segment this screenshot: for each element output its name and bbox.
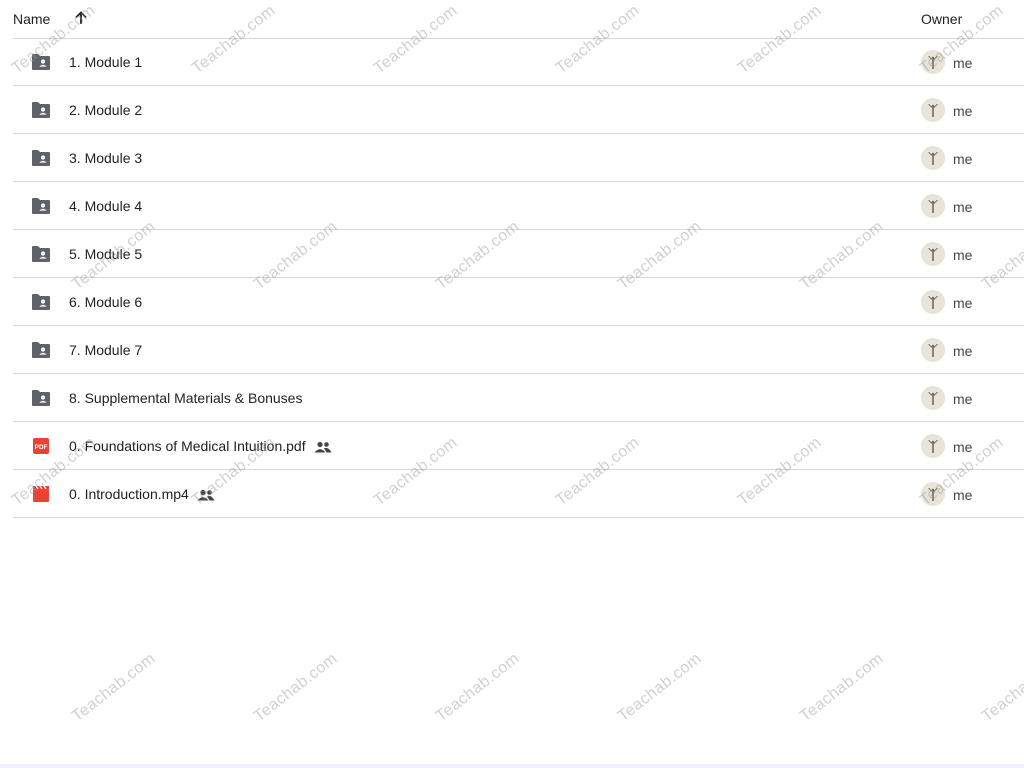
shared-folder-icon <box>32 54 50 70</box>
shared-folder-icon <box>32 294 50 310</box>
shared-folder-icon <box>32 150 50 166</box>
file-name[interactable]: 6. Module 6 <box>69 294 142 310</box>
file-row[interactable]: 7. Module 7 me <box>13 326 1024 374</box>
owner-avatar-icon <box>921 434 945 458</box>
owner-name: me <box>953 151 973 167</box>
file-row[interactable]: 4. Module 4 me <box>13 182 1024 230</box>
file-row[interactable]: 8. Supplemental Materials & Bonuses me <box>13 374 1024 422</box>
owner-avatar-icon <box>921 386 945 410</box>
owner-name: me <box>953 439 973 455</box>
owner-avatar-icon <box>921 482 945 506</box>
svg-text:PDF: PDF <box>35 444 48 451</box>
file-name[interactable]: 0. Introduction.mp4 <box>69 486 215 502</box>
file-name-text: 7. Module 7 <box>69 342 143 358</box>
file-name[interactable]: 2. Module 2 <box>69 102 142 118</box>
shared-folder-icon <box>32 246 50 262</box>
owner-avatar <box>921 386 945 410</box>
file-name[interactable]: 7. Module 7 <box>69 342 142 358</box>
file-row[interactable]: 6. Module 6 me <box>13 278 1024 326</box>
file-type-icon-wrap <box>31 485 51 503</box>
file-row[interactable]: 2. Module 2 me <box>13 86 1024 134</box>
sort-direction-button[interactable] <box>71 8 91 28</box>
owner-name: me <box>953 199 973 215</box>
file-name-text: 0. Introduction.mp4 <box>69 486 189 502</box>
owner-avatar-icon <box>921 338 945 362</box>
name-column-header[interactable]: Name <box>13 11 50 27</box>
video-file-icon <box>33 485 49 502</box>
owner-avatar <box>921 242 945 266</box>
file-type-icon-wrap <box>31 389 51 407</box>
watermark-text: Teachab.com <box>250 649 341 726</box>
owner-avatar <box>921 338 945 362</box>
file-type-icon-wrap <box>31 245 51 263</box>
owner-avatar-icon <box>921 146 945 170</box>
file-type-icon-wrap <box>31 53 51 71</box>
file-name-text: 5. Module 5 <box>69 246 143 262</box>
file-list-header: Name Owner <box>0 0 1024 38</box>
shared-people-icon <box>197 489 215 501</box>
shared-folder-icon <box>32 390 50 406</box>
owner-name: me <box>953 487 973 503</box>
owner-avatar <box>921 50 945 74</box>
file-type-icon-wrap <box>31 101 51 119</box>
shared-people-icon <box>314 441 332 453</box>
owner-name: me <box>953 55 973 71</box>
watermark-text: Teachab.com <box>796 649 887 726</box>
owner-name: me <box>953 247 973 263</box>
file-name-text: 6. Module 6 <box>69 294 143 310</box>
owner-avatar <box>921 146 945 170</box>
bottom-strip <box>0 764 1024 768</box>
file-name[interactable]: 4. Module 4 <box>69 198 142 214</box>
owner-avatar-icon <box>921 194 945 218</box>
owner-avatar-icon <box>921 242 945 266</box>
file-name[interactable]: 1. Module 1 <box>69 54 142 70</box>
file-name-text: 1. Module 1 <box>69 54 143 70</box>
file-row[interactable]: 3. Module 3 me <box>13 134 1024 182</box>
watermark-text: Teachab.com <box>978 649 1024 726</box>
file-row[interactable]: 5. Module 5 me <box>13 230 1024 278</box>
owner-avatar <box>921 482 945 506</box>
owner-avatar <box>921 434 945 458</box>
file-row[interactable]: 1. Module 1 me <box>13 38 1024 86</box>
file-name-text: 8. Supplemental Materials & Bonuses <box>69 390 303 406</box>
owner-avatar-icon <box>921 98 945 122</box>
owner-column-header[interactable]: Owner <box>921 11 962 27</box>
file-list: 1. Module 1 me 2. Module 2 me 3. Module 3 me 4… <box>0 38 1024 518</box>
file-type-icon-wrap <box>31 197 51 215</box>
file-row[interactable]: PDF 0. Foundations of Medical Intuition.p… <box>13 422 1024 470</box>
owner-avatar <box>921 290 945 314</box>
owner-avatar-icon <box>921 290 945 314</box>
owner-name: me <box>953 391 973 407</box>
owner-name: me <box>953 103 973 119</box>
file-type-icon-wrap <box>31 341 51 359</box>
watermark-text: Teachab.com <box>68 649 159 726</box>
owner-avatar <box>921 98 945 122</box>
watermark-text: Teachab.com <box>432 649 523 726</box>
shared-folder-icon <box>32 342 50 358</box>
file-type-icon-wrap <box>31 293 51 311</box>
shared-folder-icon <box>32 102 50 118</box>
file-name[interactable]: 3. Module 3 <box>69 150 142 166</box>
file-type-icon-wrap <box>31 149 51 167</box>
file-name[interactable]: 0. Foundations of Medical Intuition.pdf <box>69 438 332 454</box>
watermark-text: Teachab.com <box>614 649 705 726</box>
owner-name: me <box>953 295 973 311</box>
file-name-text: 3. Module 3 <box>69 150 143 166</box>
owner-avatar <box>921 194 945 218</box>
file-name-text: 0. Foundations of Medical Intuition.pdf <box>69 438 306 454</box>
file-name[interactable]: 8. Supplemental Materials & Bonuses <box>69 390 302 406</box>
file-name-text: 2. Module 2 <box>69 102 143 118</box>
pdf-file-icon: PDF <box>33 438 49 454</box>
owner-avatar-icon <box>921 50 945 74</box>
arrow-up-icon <box>75 11 87 24</box>
owner-name: me <box>953 343 973 359</box>
file-row[interactable]: 0. Introduction.mp4 me <box>13 470 1024 518</box>
file-type-icon-wrap: PDF <box>31 437 51 455</box>
file-name[interactable]: 5. Module 5 <box>69 246 142 262</box>
file-name-text: 4. Module 4 <box>69 198 143 214</box>
shared-folder-icon <box>32 198 50 214</box>
